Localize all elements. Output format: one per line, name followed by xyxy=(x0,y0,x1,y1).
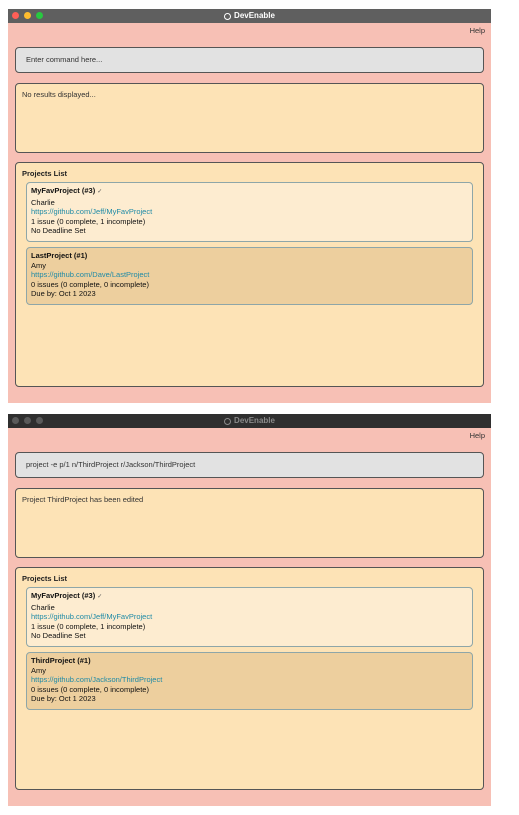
project-card[interactable]: ThirdProject (#1) Amy https://github.com… xyxy=(26,651,473,710)
project-issues: 0 issues (0 complete, 0 incomplete) xyxy=(31,684,149,694)
window-controls xyxy=(12,12,43,19)
project-issues: 1 issue (0 complete, 1 incomplete) xyxy=(31,621,146,631)
app-icon xyxy=(224,417,232,425)
project-issues: 0 issues (0 complete, 0 incomplete) xyxy=(31,279,149,289)
close-window-icon[interactable] xyxy=(12,12,19,19)
command-input[interactable]: Enter command here... xyxy=(15,47,484,73)
project-deadline: No Deadline Set xyxy=(31,631,86,641)
projects-list-panel: Projects List MyFavProject (#3) ✓ Charlie… xyxy=(15,567,484,790)
project-assignee: Charlie xyxy=(31,197,55,207)
project-deadline: Due by: Oct 1 2023 xyxy=(31,289,96,299)
app-icon xyxy=(224,12,232,20)
project-card[interactable]: LastProject (#1) Amy https://github.com/… xyxy=(26,246,473,305)
window-title: DevEnable xyxy=(234,416,275,425)
title-bar[interactable]: DevEnable xyxy=(8,9,491,23)
close-window-icon[interactable] xyxy=(12,417,19,424)
help-menu[interactable]: Help xyxy=(470,26,485,35)
maximize-window-icon[interactable] xyxy=(36,12,43,19)
window-controls xyxy=(12,417,43,424)
project-repo-link[interactable]: https://github.com/Dave/LastProject xyxy=(31,270,468,280)
window-title: DevEnable xyxy=(234,11,275,20)
command-input[interactable]: project -e p/1 n/ThirdProject r/Jackson/… xyxy=(15,452,484,478)
result-display: No results displayed... xyxy=(15,83,484,153)
projects-list-title: Projects List xyxy=(22,574,68,583)
minimize-window-icon[interactable] xyxy=(24,417,31,424)
menu-bar: Help xyxy=(8,23,491,38)
project-card[interactable]: MyFavProject (#3) ✓ Charlie https://githu… xyxy=(26,182,473,242)
projects-list-panel: Projects List MyFavProject (#3) ✓ Charlie… xyxy=(15,162,484,387)
menu-bar: Help xyxy=(8,428,491,443)
project-deadline: Due by: Oct 1 2023 xyxy=(31,694,96,704)
project-name: LastProject (#1) xyxy=(31,250,88,260)
projects-list-title: Projects List xyxy=(22,169,68,178)
main-panel: Enter command here... No results display… xyxy=(8,38,491,403)
project-issues: 1 issue (0 complete, 1 incomplete) xyxy=(31,216,146,226)
project-assignee: Amy xyxy=(31,260,46,270)
main-panel: project -e p/1 n/ThirdProject r/Jackson/… xyxy=(8,443,491,806)
project-assignee: Amy xyxy=(31,665,46,675)
project-card[interactable]: MyFavProject (#3) ✓ Charlie https://githu… xyxy=(26,587,473,647)
check-icon: ✓ xyxy=(97,189,103,195)
project-deadline: No Deadline Set xyxy=(31,226,86,236)
app-window-before: DevEnable Help Enter command here... No … xyxy=(8,9,491,403)
project-name: ThirdProject (#1) xyxy=(31,655,91,665)
project-repo-link[interactable]: https://github.com/Jackson/ThirdProject xyxy=(31,675,468,685)
check-icon: ✓ xyxy=(97,594,103,600)
project-repo-link[interactable]: https://github.com/Jeff/MyFavProject xyxy=(31,612,468,622)
app-window-after: DevEnable Help project -e p/1 n/ThirdPro… xyxy=(8,414,491,806)
project-repo-link[interactable]: https://github.com/Jeff/MyFavProject xyxy=(31,207,468,217)
maximize-window-icon[interactable] xyxy=(36,417,43,424)
project-assignee: Charlie xyxy=(31,602,55,612)
title-bar[interactable]: DevEnable xyxy=(8,414,491,428)
project-name: MyFavProject (#3) xyxy=(31,591,96,600)
result-display: Project ThirdProject has been edited xyxy=(15,488,484,558)
help-menu[interactable]: Help xyxy=(470,431,485,440)
minimize-window-icon[interactable] xyxy=(24,12,31,19)
project-name: MyFavProject (#3) xyxy=(31,186,96,195)
